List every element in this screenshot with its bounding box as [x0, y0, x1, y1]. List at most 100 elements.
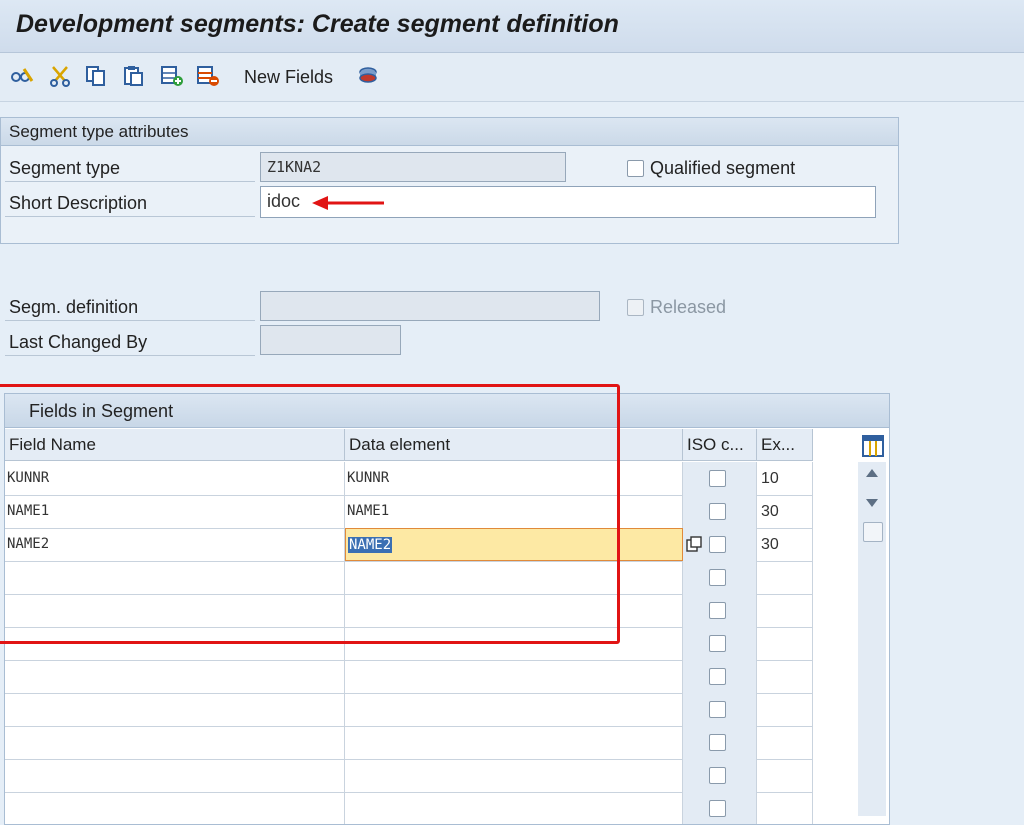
iso-code-checkbox[interactable]	[709, 536, 726, 553]
title-bar: Development segments: Create segment def…	[0, 0, 1024, 53]
field-name-cell[interactable]	[5, 561, 345, 594]
data-element-cell[interactable]	[345, 561, 683, 594]
iso-code-checkbox[interactable]	[709, 503, 726, 520]
export-length-cell[interactable]: 30	[757, 495, 813, 528]
iso-code-cell	[683, 759, 757, 792]
iso-code-checkbox[interactable]	[709, 668, 726, 685]
segm-definition-field	[260, 291, 600, 321]
paste-icon[interactable]	[122, 64, 146, 88]
iso-code-cell	[683, 792, 757, 824]
data-element-cell[interactable]	[345, 693, 683, 726]
column-header-data-element[interactable]: Data element	[345, 429, 683, 461]
scroll-down-icon[interactable]	[865, 498, 879, 508]
export-length-cell[interactable]	[757, 726, 813, 759]
iso-code-cell	[683, 627, 757, 660]
insert-row-icon[interactable]	[160, 64, 184, 88]
table-row-selected[interactable]: NAME2 NAME2 30	[5, 528, 813, 562]
cut-icon[interactable]	[48, 64, 72, 88]
iso-code-cell	[683, 660, 757, 693]
data-element-cell[interactable]	[345, 594, 683, 627]
table-row[interactable]	[5, 594, 813, 628]
field-name-cell[interactable]	[5, 594, 345, 627]
table-row[interactable]: NAME1 NAME1 30	[5, 495, 813, 529]
export-length-cell[interactable]	[757, 759, 813, 792]
field-name-cell[interactable]: NAME1	[5, 495, 345, 528]
table-row[interactable]	[5, 561, 813, 595]
iso-code-checkbox[interactable]	[709, 635, 726, 652]
data-element-cell[interactable]	[345, 759, 683, 792]
field-name-cell[interactable]: KUNNR	[5, 462, 345, 495]
table-row[interactable]	[5, 693, 813, 727]
table-row[interactable]: KUNNR KUNNR 10	[5, 462, 813, 496]
data-element-cell[interactable]: NAME1	[345, 495, 683, 528]
export-length-cell[interactable]	[757, 594, 813, 627]
scroll-thumb[interactable]	[863, 522, 883, 542]
segment-type-field: Z1KNA2	[260, 152, 566, 182]
table-row[interactable]	[5, 726, 813, 760]
field-name-cell[interactable]	[5, 792, 345, 824]
iso-code-checkbox[interactable]	[709, 734, 726, 751]
released-label: Released	[650, 297, 727, 317]
iso-code-checkbox[interactable]	[709, 602, 726, 619]
data-element-cell[interactable]: KUNNR	[345, 462, 683, 495]
export-length-cell[interactable]	[757, 561, 813, 594]
glasses-edit-icon[interactable]	[10, 64, 34, 88]
fields-table: Fields in Segment Field Name Data elemen…	[4, 393, 890, 825]
table-row[interactable]	[5, 759, 813, 793]
object-stack-icon[interactable]	[356, 64, 380, 88]
table-row[interactable]	[5, 792, 813, 824]
field-name-cell[interactable]	[5, 759, 345, 792]
iso-code-cell	[683, 561, 757, 594]
table-row[interactable]	[5, 660, 813, 694]
export-length-cell[interactable]: 10	[757, 462, 813, 495]
data-element-cell-active[interactable]: NAME2	[345, 528, 683, 561]
column-settings-icon[interactable]	[861, 434, 885, 458]
export-length-cell[interactable]	[757, 627, 813, 660]
red-arrow-annotation	[312, 196, 384, 210]
data-element-cell[interactable]	[345, 792, 683, 824]
iso-code-checkbox[interactable]	[709, 701, 726, 718]
segment-type-label: Segment type	[5, 154, 255, 182]
short-description-label: Short Description	[5, 189, 255, 217]
column-header-iso-code[interactable]: ISO c...	[683, 429, 757, 461]
window-title: Development segments: Create segment def…	[16, 10, 619, 38]
export-length-cell[interactable]	[757, 660, 813, 693]
table-scrollbar[interactable]	[858, 462, 886, 816]
delete-row-icon[interactable]	[196, 64, 220, 88]
export-length-cell[interactable]	[757, 792, 813, 824]
field-name-cell[interactable]: NAME2	[5, 528, 345, 561]
iso-code-checkbox[interactable]	[709, 800, 726, 817]
export-length-cell[interactable]	[757, 693, 813, 726]
segment-attributes-header: Segment type attributes	[1, 118, 898, 146]
qualified-segment-label: Qualified segment	[650, 158, 796, 178]
field-name-cell[interactable]	[5, 627, 345, 660]
field-name-cell[interactable]	[5, 726, 345, 759]
fields-table-title: Fields in Segment	[5, 394, 889, 428]
value-help-icon[interactable]	[686, 536, 702, 552]
scroll-up-icon[interactable]	[865, 468, 879, 478]
new-fields-button[interactable]: New Fields	[244, 67, 333, 88]
released-checkbox	[627, 299, 644, 316]
column-header-export-length[interactable]: Ex...	[757, 429, 813, 461]
last-changed-by-field	[260, 325, 401, 355]
iso-code-cell	[683, 528, 757, 561]
iso-code-checkbox[interactable]	[709, 470, 726, 487]
export-length-cell[interactable]: 30	[757, 528, 813, 561]
column-header-field-name[interactable]: Field Name	[5, 429, 345, 461]
qualified-segment-checkbox[interactable]	[627, 160, 644, 177]
iso-code-cell	[683, 726, 757, 759]
iso-code-checkbox[interactable]	[709, 767, 726, 784]
field-name-cell[interactable]	[5, 660, 345, 693]
iso-code-cell	[683, 594, 757, 627]
selected-text: NAME2	[348, 537, 393, 553]
copy-icon[interactable]	[84, 64, 108, 88]
table-row[interactable]	[5, 627, 813, 661]
data-element-cell[interactable]	[345, 627, 683, 660]
field-name-cell[interactable]	[5, 693, 345, 726]
data-element-cell[interactable]	[345, 660, 683, 693]
data-element-cell[interactable]	[345, 726, 683, 759]
iso-code-cell	[683, 693, 757, 726]
iso-code-checkbox[interactable]	[709, 569, 726, 586]
application-toolbar: New Fields	[0, 53, 1024, 102]
segm-definition-label: Segm. definition	[5, 293, 255, 321]
